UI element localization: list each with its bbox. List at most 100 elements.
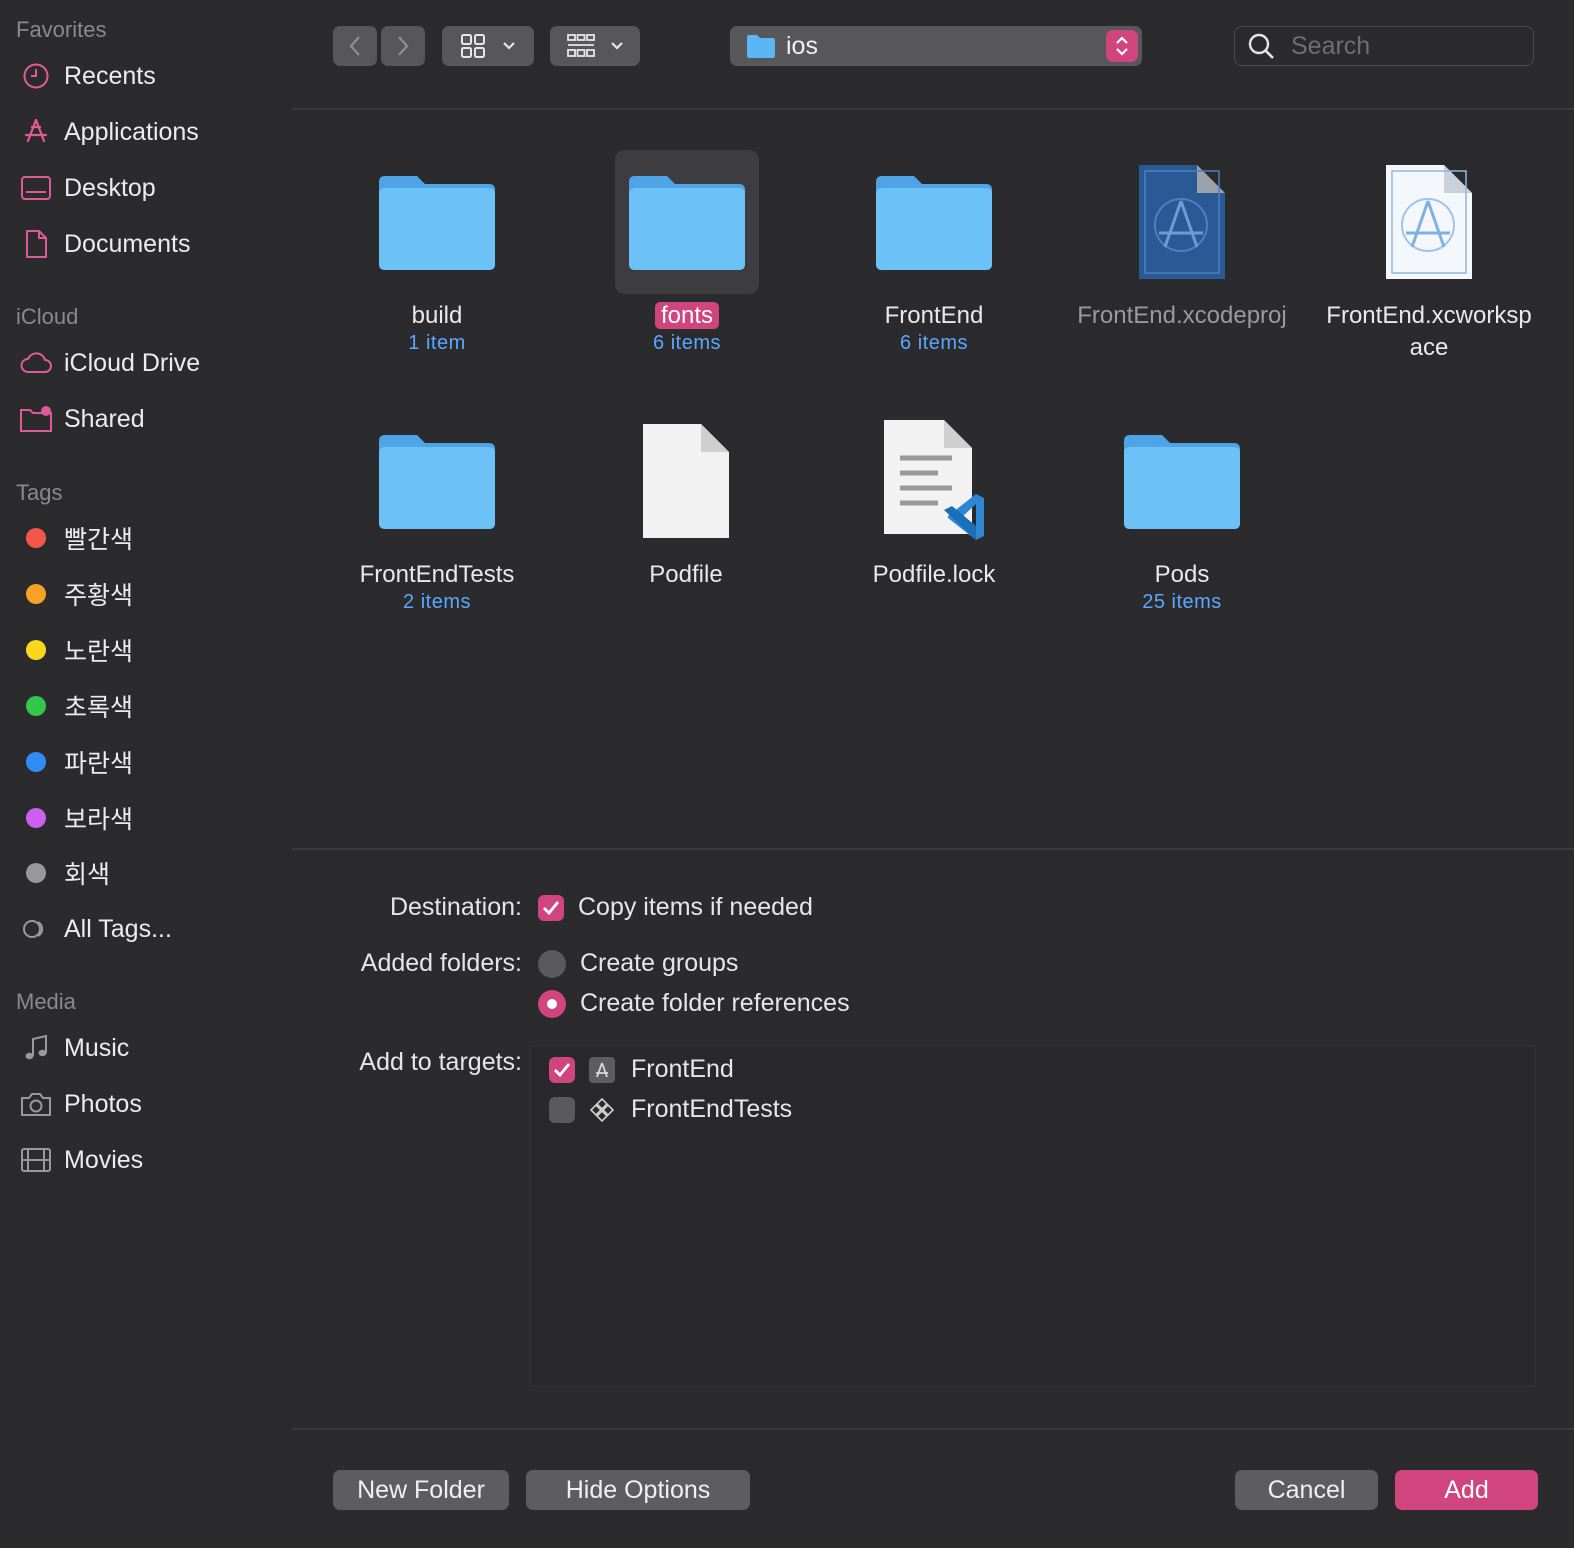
item-count: 6 items [653,332,721,354]
search-field[interactable] [1234,26,1534,66]
copy-items-label: Copy items if needed [578,893,813,921]
sidebar-item-documents[interactable]: Documents [18,224,278,264]
music-note-icon [18,1032,54,1064]
vscode-document-icon [862,409,1006,553]
file-item-frontend[interactable]: FrontEnd 6 items [814,150,1054,355]
target-name: FrontEnd [631,1055,734,1083]
cloud-icon [18,347,54,379]
all-tags-icon [18,913,54,945]
file-name: Podfile.lock [872,561,996,588]
chevron-down-icon [503,42,515,50]
main-panel: ios build 1 item fonts 6 items FrontEnd … [292,0,1574,1548]
sidebar-item-tag-blue[interactable]: 파란색 [18,742,278,782]
sidebar-item-label: iCloud Drive [64,348,201,377]
sidebar-item-movies[interactable]: Movies [18,1140,278,1180]
copy-items-checkbox[interactable]: Copy items if needed [538,893,813,922]
options-divider [292,848,1574,850]
sidebar-item-photos[interactable]: Photos [18,1084,278,1124]
chevron-down-icon [611,42,623,50]
sidebar-item-all-tags[interactable]: All Tags... [18,909,278,949]
added-folders-label: Added folders: [360,949,522,977]
folder-icon [615,150,759,294]
sidebar-item-tag-yellow[interactable]: 노란색 [18,630,278,670]
sidebar-item-label: 초록색 [64,694,134,722]
back-button[interactable] [333,26,377,66]
item-count: 25 items [1142,591,1222,613]
search-icon [1248,33,1274,59]
view-mode-button[interactable] [442,26,534,66]
forward-button[interactable] [381,26,425,66]
sidebar-item-label: All Tags... [64,914,172,943]
add-button[interactable]: Add [1395,1470,1538,1510]
sidebar-item-label: Movies [64,1145,144,1174]
target-name: FrontEndTests [631,1095,793,1123]
file-item-xcworkspace[interactable]: FrontEnd.xcworkspace [1309,150,1549,364]
xcode-workspace-icon [1357,150,1501,294]
sidebar-item-label: 회색 [64,861,111,889]
sidebar-item-label: Music [64,1033,130,1062]
destination-label: Destination: [389,893,522,921]
file-item-podfile[interactable]: Podfile [566,409,806,591]
folder-icon [862,150,1006,294]
file-item-xcodeproj[interactable]: FrontEnd.xcodeproj [1062,150,1302,332]
purple-tag-dot [26,808,46,828]
icloud-section-title: iCloud [16,304,79,329]
sidebar-item-icloud-drive[interactable]: iCloud Drive [18,343,278,383]
sidebar-item-tag-purple[interactable]: 보라색 [18,798,278,838]
folder-icon [1110,409,1254,553]
sidebar-item-label: 노란색 [64,638,134,666]
footer-divider [292,1428,1574,1430]
file-item-build[interactable]: build 1 item [317,150,557,355]
tags-section-title: Tags [16,480,63,505]
create-groups-label: Create groups [580,949,739,977]
create-groups-radio[interactable]: Create groups [538,949,738,978]
sidebar-item-label: Applications [64,117,199,146]
sidebar-item-desktop[interactable]: Desktop [18,168,278,208]
sidebar-item-tag-gray[interactable]: 회색 [18,853,278,893]
chevron-right-icon [398,36,409,56]
file-item-pods[interactable]: Pods 25 items [1062,409,1302,614]
new-folder-button[interactable]: New Folder [333,1470,509,1510]
create-folder-references-radio[interactable]: Create folder references [538,989,850,1018]
sidebar-item-tag-green[interactable]: 초록색 [18,686,278,726]
hide-options-button[interactable]: Hide Options [526,1470,750,1510]
applications-icon [18,116,54,148]
sidebar-item-label: Documents [64,229,191,258]
camera-icon [18,1088,54,1120]
test-target-icon [589,1097,615,1123]
checkmark-icon [549,1056,575,1083]
sidebar-item-music[interactable]: Music [18,1028,278,1068]
app-target-icon [589,1056,615,1083]
search-input[interactable] [1289,30,1523,62]
orange-tag-dot [26,584,46,604]
red-tag-dot [26,528,46,548]
target-row-frontendtests[interactable]: FrontEndTests [549,1095,792,1124]
chevron-left-icon [349,36,360,56]
file-name: FrontEndTests [359,561,515,588]
desktop-icon [18,172,54,204]
file-item-podfile-lock[interactable]: Podfile.lock [814,409,1054,591]
group-by-button[interactable] [550,26,640,66]
sidebar-item-label: Desktop [64,173,156,202]
sidebar-item-label: 보라색 [64,806,134,834]
group-grid-icon [567,34,595,57]
sidebar-item-applications[interactable]: Applications [18,112,278,152]
target-row-frontend[interactable]: FrontEnd [549,1055,734,1084]
file-item-frontendtests[interactable]: FrontEndTests 2 items [317,409,557,614]
item-count: 6 items [900,332,968,354]
blue-tag-dot [26,752,46,772]
toolbar: ios [292,0,1574,110]
clock-icon [18,60,54,92]
updown-chevron-icon [1106,30,1138,62]
file-name: build [411,302,463,329]
location-popup[interactable]: ios [730,26,1142,66]
cancel-button[interactable]: Cancel [1235,1470,1378,1510]
sidebar-item-shared[interactable]: Shared [18,399,278,439]
sidebar-item-tag-red[interactable]: 빨간색 [18,518,278,558]
sidebar-item-tag-orange[interactable]: 주황색 [18,574,278,614]
sidebar-item-label: 파란색 [64,750,134,778]
sidebar-item-recents[interactable]: Recents [18,56,278,96]
location-name: ios [786,31,818,60]
file-name: FrontEnd.xcodeproj [1077,302,1287,329]
file-item-fonts[interactable]: fonts 6 items [567,150,807,355]
